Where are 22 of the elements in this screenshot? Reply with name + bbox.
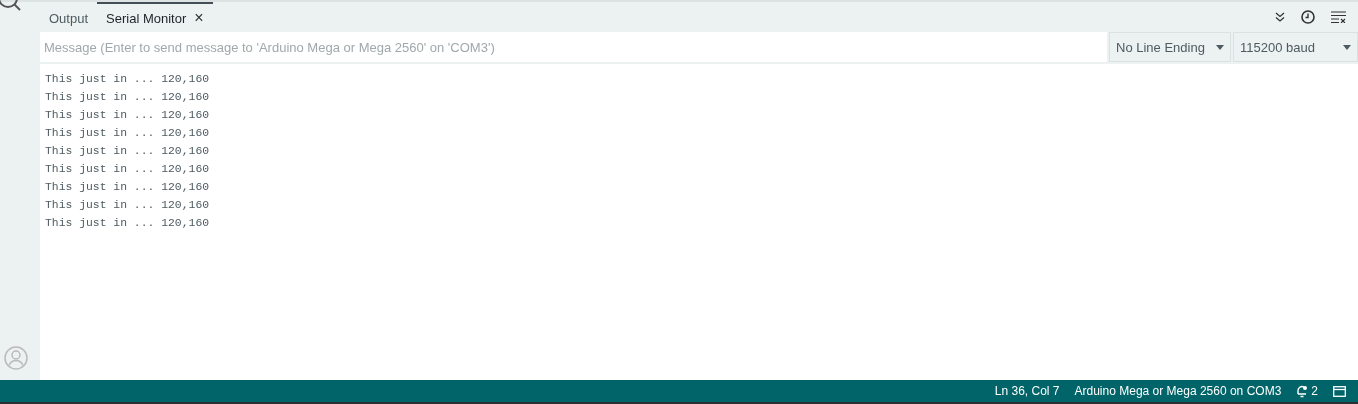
baud-rate-dropdown[interactable]: 115200 baud xyxy=(1233,32,1358,62)
tab[interactable]: Output xyxy=(40,2,98,32)
panel-icon[interactable] xyxy=(1333,385,1346,397)
output-line: This just in ... 120,160 xyxy=(45,72,211,87)
output-line: This just in ... 120,160 xyxy=(45,216,211,231)
output-line: This just in ... 120,160 xyxy=(45,126,211,141)
output-line: This just in ... 120,160 xyxy=(45,162,211,177)
message-input[interactable]: Message (Enter to send message to 'Arduino Mega or Mega 2560' on 'COM3') xyxy=(40,32,1107,62)
notification-count[interactable]: 2 xyxy=(1311,384,1318,398)
output-line: This just in ... 120,160 xyxy=(45,198,211,213)
close-icon[interactable]: × xyxy=(194,9,204,27)
line-ending-dropdown[interactable]: No Line Ending xyxy=(1109,32,1231,62)
bell-icon[interactable] xyxy=(1296,384,1309,398)
clock-icon[interactable] xyxy=(1301,10,1315,24)
chevrons-down-icon[interactable] xyxy=(1275,12,1285,22)
output-line: This just in ... 120,160 xyxy=(45,144,211,159)
cursor-position[interactable]: Ln 36, Col 7 xyxy=(994,384,1060,398)
board-port[interactable]: Arduino Mega or Mega 2560 on COM3 xyxy=(1074,384,1282,398)
clear-output-icon[interactable] xyxy=(1331,11,1346,23)
output-line: This just in ... 120,160 xyxy=(45,180,211,195)
output-line: This just in ... 120,160 xyxy=(45,90,211,105)
output-line: This just in ... 120,160 xyxy=(45,108,211,123)
